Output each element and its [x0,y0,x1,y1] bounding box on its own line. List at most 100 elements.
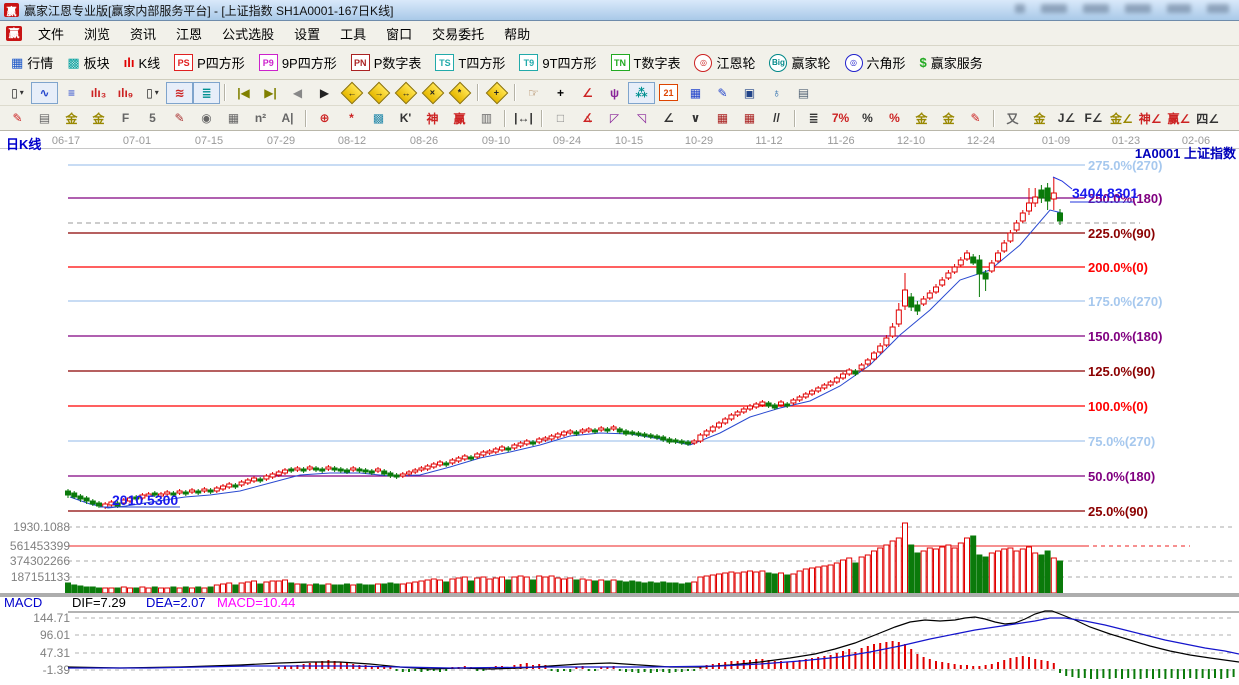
shift-left-button[interactable]: ← [338,82,365,104]
dense-grid-button[interactable]: ▦ [220,107,247,129]
notes-button[interactable]: ≡ [58,82,85,104]
zoom-out-button[interactable]: × [419,82,446,104]
prev-button[interactable]: ◀ [284,82,311,104]
red-grid2-button[interactable]: ▦ [736,107,763,129]
spiral5-button[interactable]: 5 [139,107,166,129]
p-square-button[interactable]: PSP四方形 [167,51,252,74]
hand-tool-button[interactable]: ☞ [520,82,547,104]
candle-style-button[interactable]: ▯▾ [139,82,166,104]
9p-square-button[interactable]: P99P四方形 [252,51,344,74]
menu-help[interactable]: 帮助 [494,22,540,45]
calendar-button[interactable]: 21 [655,82,682,104]
save-button[interactable]: ▣ [736,82,763,104]
win-angle-button[interactable]: 赢∠ [1165,107,1194,129]
red-pattern-button-icon: ≋ [174,86,184,100]
9t-square-button-label: 9T四方形 [542,53,596,72]
wave-tool-button[interactable]: ψ [601,82,628,104]
web-grid-button[interactable]: ▩ [365,107,392,129]
menu-browse[interactable]: 浏览 [74,22,120,45]
t-number-table-button[interactable]: TNT数字表 [604,51,688,74]
gold-angle-button[interactable]: 金∠ [1107,107,1136,129]
p-number-table-button[interactable]: PNP数字表 [344,51,429,74]
circle-spiral-button[interactable]: ◉ [193,107,220,129]
wave-v-button[interactable]: ∨ [682,107,709,129]
f-grid-button[interactable]: F [112,107,139,129]
j-angle-button[interactable]: J∠ [1053,107,1080,129]
ruler-grid-button[interactable]: ▥ [473,107,500,129]
gold-line-button[interactable]: 金 [935,107,962,129]
teal-pattern-button[interactable]: ⁂ [628,82,655,104]
gann-wheel-button[interactable]: ◎江恩轮 [687,51,762,74]
zoom-all-button[interactable]: + [483,82,510,104]
box-lines-button[interactable]: ◹ [628,107,655,129]
chart-canvas[interactable]: 06-1707-0107-1507-2908-1208-2609-1009-24… [0,131,1239,682]
gold-grid2-button[interactable]: 金 [85,107,112,129]
t-square-button[interactable]: TST四方形 [428,51,512,74]
shen-angle-button[interactable]: 神∠ [1136,107,1165,129]
chart-area[interactable]: 06-1707-0107-1507-2908-1208-2609-1009-24… [0,131,1239,682]
crosshair-button[interactable]: + [547,82,574,104]
menu-formula-picker[interactable]: 公式选股 [212,22,284,45]
export-button[interactable]: ♁ [763,82,790,104]
menu-gann[interactable]: 江恩 [166,22,212,45]
gann-wheel-button-label: 江恩轮 [716,53,755,72]
kline-button[interactable]: ılıK线 [117,51,168,74]
percent-line-button[interactable]: % [881,107,908,129]
print-button[interactable]: ▤ [790,82,817,104]
menu-news[interactable]: 资讯 [120,22,166,45]
circle-cross-button[interactable]: ⊕ [311,107,338,129]
win-grid-button[interactable]: 赢 [446,107,473,129]
report-button[interactable]: ✎ [709,82,736,104]
gold-underline-button[interactable]: 金 [1026,107,1053,129]
histogram-button[interactable]: ≣ [193,82,220,104]
parallel-lines-button[interactable]: // [763,107,790,129]
next-button[interactable]: ▶ [311,82,338,104]
gold-grid1-button[interactable]: 金 [58,107,85,129]
menu-file[interactable]: 文件 [28,22,74,45]
rect-tool-button[interactable]: □ [547,107,574,129]
menu-trade[interactable]: 交易委托 [422,22,494,45]
grid-tool-button[interactable]: ▤ [31,107,58,129]
arrow-lines-button[interactable]: ∠ [655,107,682,129]
pen-tool-button[interactable]: ✎ [4,107,31,129]
star-web-button[interactable]: * [338,107,365,129]
zoom-in-button[interactable]: * [446,82,473,104]
zoom-h-button[interactable]: ↔ [392,82,419,104]
a-line-button[interactable]: A| [274,107,301,129]
percent-button[interactable]: % [854,107,881,129]
shift-right-button[interactable]: → [365,82,392,104]
calculator-button[interactable]: ▦ [682,82,709,104]
column-list-button[interactable]: ≣ [800,107,827,129]
kline-style-button[interactable]: ▯▾ [4,82,31,104]
gold-circle-button[interactable]: 金 [908,107,935,129]
fan-lines-button[interactable]: ∡ [574,107,601,129]
four-angle-button[interactable]: 四∠ [1193,107,1222,129]
cup-tool-button[interactable]: 又 [999,107,1026,129]
n-square-button[interactable]: n² [247,107,274,129]
bars-9-button[interactable]: ılı₉ [112,82,139,104]
shen-grid-button[interactable]: 神 [419,107,446,129]
fan-box-button[interactable]: ◸ [601,107,628,129]
pen2-tool-button[interactable]: ✎ [166,107,193,129]
bars-3-button[interactable]: ılı₃ [85,82,112,104]
width-measure-button[interactable]: |↔| [510,107,537,129]
winner-wheel-button[interactable]: Big赢家轮 [762,51,837,74]
menu-tools[interactable]: 工具 [330,22,376,45]
sectors-button[interactable]: ▩板块 [60,51,116,74]
percent-slash-button[interactable]: 7% [827,107,854,129]
angle-tool-button[interactable]: ∠ [574,82,601,104]
winner-service-button[interactable]: $赢家服务 [913,51,990,74]
first-page-button[interactable]: |◀ [230,82,257,104]
red-grid1-button[interactable]: ▦ [709,107,736,129]
9t-square-button[interactable]: T99T四方形 [512,51,603,74]
menu-settings[interactable]: 设置 [284,22,330,45]
last-page-button[interactable]: ▶| [257,82,284,104]
k-mark-button[interactable]: K' [392,107,419,129]
hexagon-button[interactable]: ◎六角形 [838,51,913,74]
red-pattern-button[interactable]: ≋ [166,82,193,104]
f-angle-button[interactable]: F∠ [1080,107,1107,129]
quotes-button[interactable]: ▦行情 [4,51,60,74]
menu-window[interactable]: 窗口 [376,22,422,45]
pattern-overlay-button[interactable]: ∿ [31,82,58,104]
pen-a-button[interactable]: ✎ [962,107,989,129]
